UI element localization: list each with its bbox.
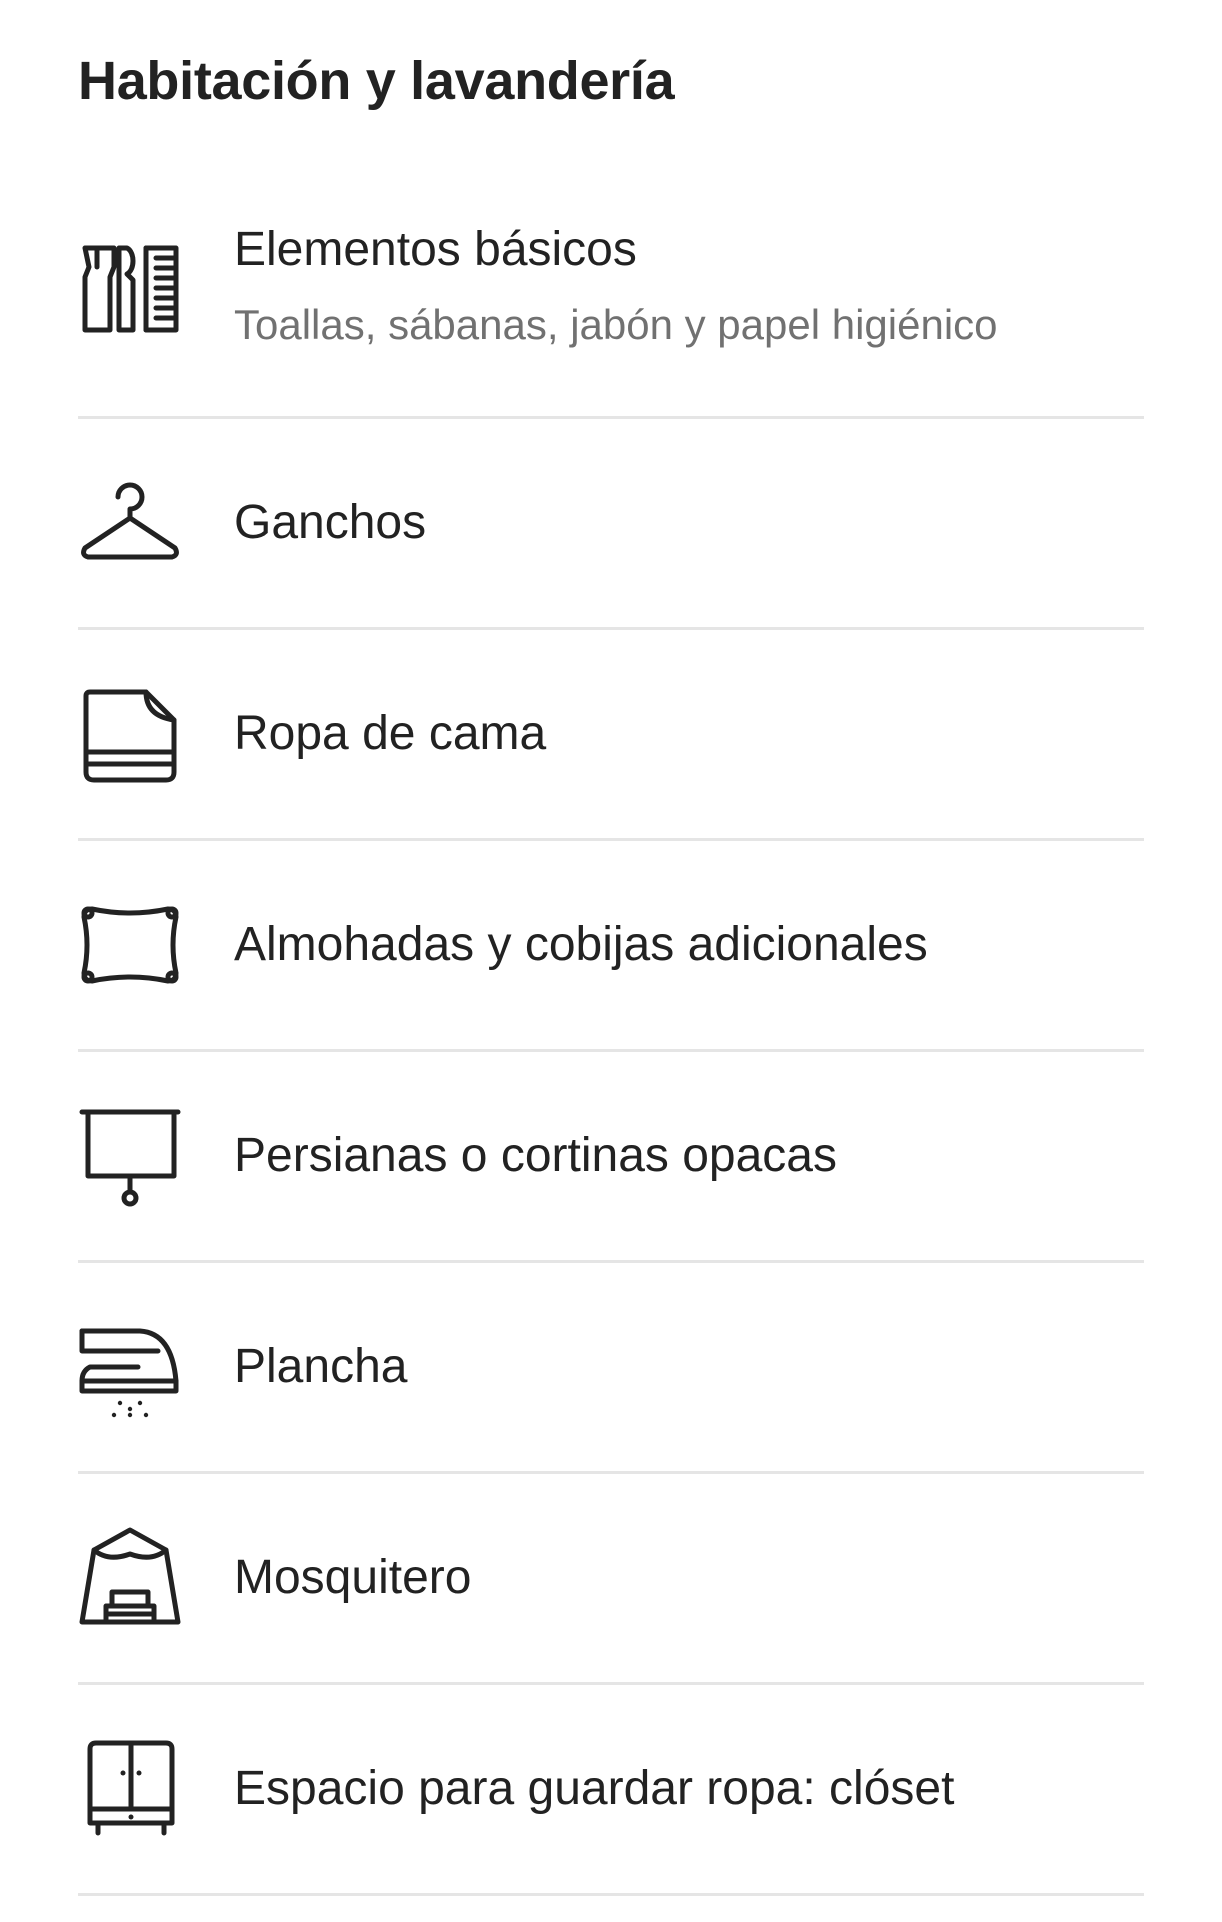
amenity-item-mosquito-net: Mosquitero	[78, 1474, 1144, 1685]
amenity-item-bed-linens: Ropa de cama	[78, 630, 1144, 841]
bed-linens-icon	[78, 682, 182, 786]
amenity-item-essentials: Elementos básicos Toallas, sábanas, jabó…	[78, 156, 1144, 419]
amenity-label: Persianas o cortinas opacas	[234, 1129, 837, 1182]
blinds-icon	[78, 1104, 182, 1208]
amenity-item-iron: Plancha	[78, 1263, 1144, 1474]
amenity-label: Ganchos	[234, 496, 427, 549]
iron-icon	[78, 1315, 182, 1419]
amenity-item-hangers: Ganchos	[78, 419, 1144, 630]
amenities-page: Habitación y lavandería Elementos básico…	[0, 0, 1222, 1922]
amenity-label: Elementos básicos	[234, 223, 637, 276]
hanger-icon	[78, 471, 182, 575]
essentials-icon	[78, 234, 182, 338]
amenity-label: Almohadas y cobijas adicionales	[234, 918, 928, 971]
pillow-icon	[78, 893, 182, 997]
amenity-item-clothing-storage: Espacio para guardar ropa: clóset	[78, 1685, 1144, 1896]
amenity-label: Ropa de cama	[234, 707, 547, 760]
mosquito-net-icon	[78, 1526, 182, 1630]
amenity-sublabel: Toallas, sábanas, jabón y papel higiénic…	[234, 301, 998, 348]
amenity-item-extra-pillows: Almohadas y cobijas adicionales	[78, 841, 1144, 1052]
amenity-item-blackout-blinds: Persianas o cortinas opacas	[78, 1052, 1144, 1263]
amenity-label: Mosquitero	[234, 1551, 472, 1604]
amenity-label: Espacio para guardar ropa: clóset	[234, 1762, 955, 1815]
amenity-label: Plancha	[234, 1340, 408, 1393]
closet-icon	[78, 1737, 182, 1841]
section-title: Habitación y lavandería	[78, 51, 675, 111]
